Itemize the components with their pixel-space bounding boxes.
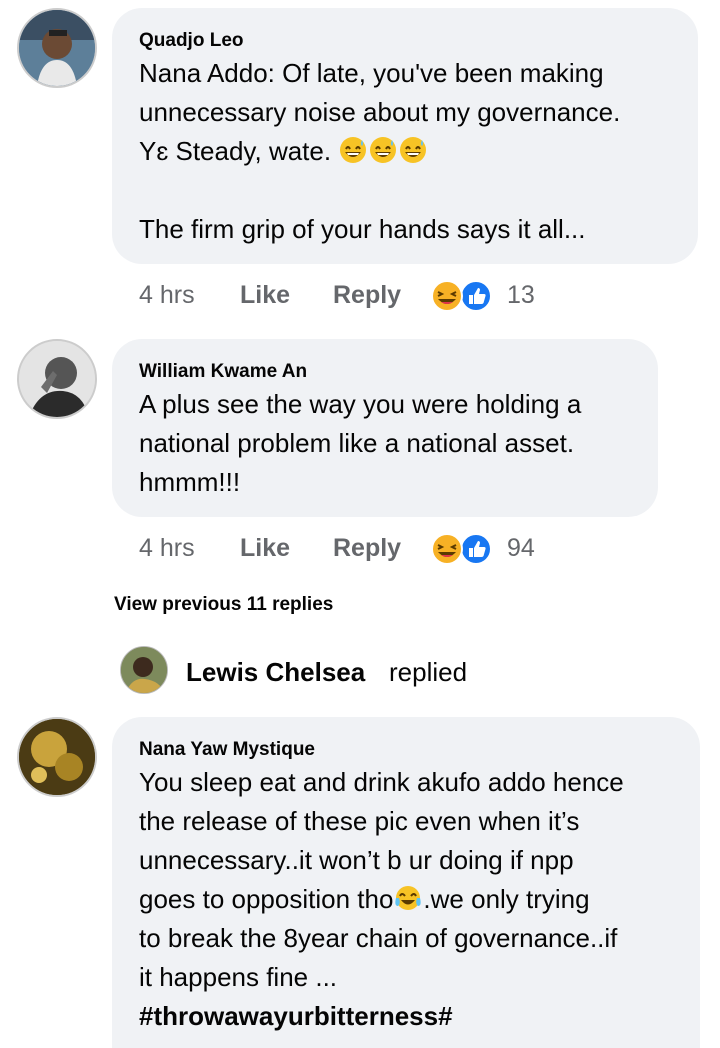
comment-text: Yɛ Steady, wate. [139,136,332,166]
comment-text-line: the release of these pic even when it’s [139,806,580,836]
laugh-icon [431,280,463,312]
avatar[interactable] [17,8,97,88]
comment-text: .we only trying [423,884,590,914]
comment-text-line: unnecessary noise about my governance. [139,97,621,127]
grinning-sweat-emoji-icon [338,136,368,166]
view-previous-replies-link[interactable]: View previous 11 replies [114,594,333,616]
comment-text-line: it happens fine ... [139,962,338,992]
comment-text-line: unnecessary..it won’t b ur doing if npp [139,845,574,875]
comment-text-line: hmmm!!! [139,467,241,497]
comment-text-line: You sleep eat and drink akufo addo hence [139,767,624,797]
grinning-sweat-emoji-icon [398,136,428,166]
reaction-summary[interactable] [430,533,494,565]
comment-author[interactable]: William Kwame An [139,361,307,383]
tears-of-joy-emoji-icon [393,884,423,914]
avatar[interactable] [120,646,168,694]
timestamp[interactable]: 4 hrs [139,534,195,563]
laugh-icon [431,533,463,565]
comment-text-line: A plus see the way you were holding a [139,389,582,419]
grinning-sweat-emoji-icon [368,136,398,166]
comment-text-line: national problem like a national asset. [139,428,575,458]
comment-bubble: William Kwame An A plus see the way you … [112,339,658,517]
comment-text-line: Nana Addo: Of late, you've been making [139,58,604,88]
timestamp[interactable]: 4 hrs [139,281,195,310]
hashtag-link[interactable]: #throwawayurbitterness# [139,997,453,1036]
reaction-count[interactable]: 13 [507,281,535,310]
avatar-photo [19,341,95,417]
comment-text-line: The firm grip of your hands says it all.… [139,214,586,244]
reply-author-name[interactable]: Lewis Chelsea [186,657,365,688]
avatar[interactable] [17,717,97,797]
avatar[interactable] [17,339,97,419]
comment-bubble: Nana Yaw Mystique You sleep eat and drin… [112,717,700,1048]
comment-text-line: to break the 8year chain of governance..… [139,923,618,953]
avatar-photo [19,719,95,795]
reaction-count[interactable]: 94 [507,534,535,563]
replied-label: replied [389,657,468,687]
like-button[interactable]: Like [240,534,290,563]
comment-text-line: goes to opposition tho .we only trying [139,880,590,919]
reply-button[interactable]: Reply [333,281,401,310]
like-icon [460,533,492,565]
like-button[interactable]: Like [240,281,290,310]
avatar-photo [121,647,167,693]
reaction-summary[interactable] [430,280,494,312]
reply-button[interactable]: Reply [333,534,401,563]
comment-bubble: Quadjo Leo Nana Addo: Of late, you've be… [112,8,698,264]
like-icon [460,280,492,312]
comment-author[interactable]: Nana Yaw Mystique [139,739,315,761]
avatar-photo [19,10,95,86]
comment-text-line: Yɛ Steady, wate. [139,132,428,171]
comment-text: goes to opposition tho [139,884,394,914]
comment-author[interactable]: Quadjo Leo [139,30,244,52]
